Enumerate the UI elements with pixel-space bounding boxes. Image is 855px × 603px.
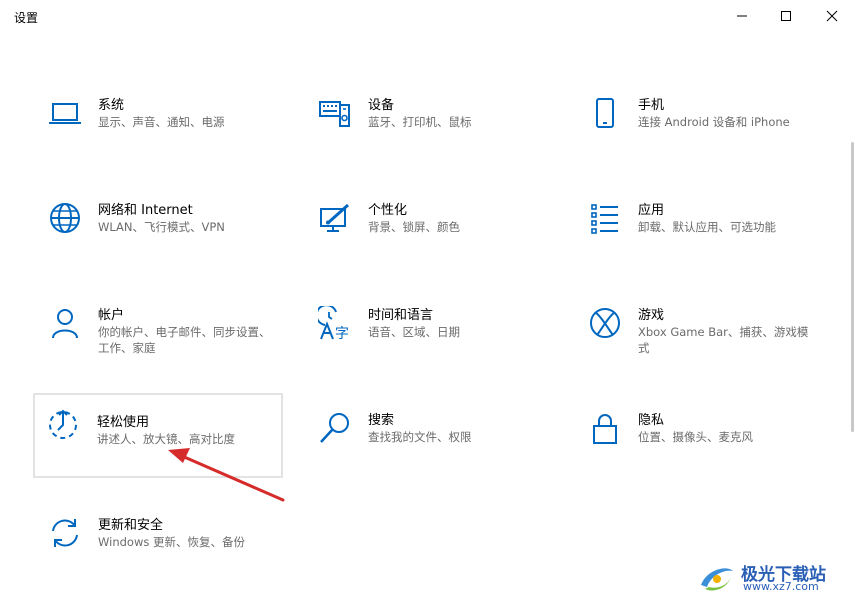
xbox-icon xyxy=(588,306,622,340)
laptop-icon xyxy=(48,96,82,130)
tile-name: 游戏 xyxy=(638,308,665,323)
tile-name: 帐户 xyxy=(98,308,125,323)
personalization-icon xyxy=(318,201,352,235)
svg-text:字: 字 xyxy=(335,326,349,340)
tile-network[interactable]: 网络和 Internet WLAN、飞行模式、VPN xyxy=(36,191,286,275)
minimize-icon xyxy=(737,15,747,17)
tile-name: 设备 xyxy=(368,98,395,113)
apps-list-icon xyxy=(588,201,622,235)
tile-name: 手机 xyxy=(638,98,665,113)
time-language-icon: 字 xyxy=(318,306,352,340)
tile-privacy[interactable]: 隐私 位置、摄像头、麦克风 xyxy=(576,401,826,485)
tile-name: 个性化 xyxy=(368,203,408,218)
tile-desc: 背景、锁屏、颜色 xyxy=(368,220,460,234)
tile-desc: 卸载、默认应用、可选功能 xyxy=(638,220,776,234)
tile-desc: 连接 Android 设备和 iPhone xyxy=(638,115,790,129)
tile-name: 系统 xyxy=(98,98,125,113)
tile-gaming[interactable]: 游戏 Xbox Game Bar、捕获、游戏模式 xyxy=(576,296,826,380)
tile-apps[interactable]: 应用 卸载、默认应用、可选功能 xyxy=(576,191,826,275)
tile-name: 更新和安全 xyxy=(98,518,164,533)
tile-name: 网络和 Internet xyxy=(98,203,193,218)
tile-desc: 显示、声音、通知、电源 xyxy=(98,115,225,129)
tile-name: 应用 xyxy=(638,203,665,218)
update-sync-icon xyxy=(48,516,82,550)
tile-name: 搜索 xyxy=(368,413,395,428)
tile-ease-of-access[interactable]: 轻松使用 讲述人、放大镜、高对比度 xyxy=(33,393,283,478)
tile-phone[interactable]: 手机 连接 Android 设备和 iPhone xyxy=(576,86,826,170)
tile-desc: WLAN、飞行模式、VPN xyxy=(98,220,225,234)
scrollbar[interactable] xyxy=(851,142,854,432)
watermark-url: www.xz7.com xyxy=(743,580,819,593)
tile-desc: Windows 更新、恢复、备份 xyxy=(98,535,245,549)
tile-desc: 讲述人、放大镜、高对比度 xyxy=(97,432,235,446)
tile-desc: Xbox Game Bar、捕获、游戏模式 xyxy=(638,325,809,355)
globe-icon xyxy=(48,201,82,235)
window-title: 设置 xyxy=(14,11,39,25)
ease-of-access-icon xyxy=(46,407,80,441)
tile-desc: 语音、区域、日期 xyxy=(368,325,460,339)
tile-personalization[interactable]: 个性化 背景、锁屏、颜色 xyxy=(306,191,556,275)
close-icon xyxy=(826,10,838,22)
keyboard-device-icon xyxy=(318,96,352,130)
tile-search[interactable]: 搜索 查找我的文件、权限 xyxy=(306,401,556,485)
person-icon xyxy=(48,306,82,340)
title-bar: 设置 xyxy=(0,0,855,32)
lock-icon xyxy=(588,411,622,445)
tile-time-language[interactable]: 字 时间和语言 语音、区域、日期 xyxy=(306,296,556,380)
tile-name: 时间和语言 xyxy=(368,308,434,323)
search-icon xyxy=(318,411,352,445)
minimize-button[interactable] xyxy=(719,0,765,32)
watermark-logo-icon xyxy=(701,568,733,591)
tile-name: 轻松使用 xyxy=(97,415,150,430)
close-button[interactable] xyxy=(809,0,855,32)
watermark: 极光下载站 www.xz7.com xyxy=(697,559,847,597)
tile-system[interactable]: 系统 显示、声音、通知、电源 xyxy=(36,86,286,170)
maximize-icon xyxy=(781,11,791,21)
tile-name: 隐私 xyxy=(638,413,665,428)
maximize-button[interactable] xyxy=(763,0,809,32)
tile-desc: 位置、摄像头、麦克风 xyxy=(638,430,753,444)
tile-desc: 查找我的文件、权限 xyxy=(368,430,472,444)
tile-desc: 蓝牙、打印机、鼠标 xyxy=(368,115,472,129)
tile-desc: 你的帐户、电子邮件、同步设置、工作、家庭 xyxy=(98,325,271,355)
tile-devices[interactable]: 设备 蓝牙、打印机、鼠标 xyxy=(306,86,556,170)
tile-accounts[interactable]: 帐户 你的帐户、电子邮件、同步设置、工作、家庭 xyxy=(36,296,286,380)
phone-icon xyxy=(588,96,622,130)
tile-update-security[interactable]: 更新和安全 Windows 更新、恢复、备份 xyxy=(36,506,286,590)
